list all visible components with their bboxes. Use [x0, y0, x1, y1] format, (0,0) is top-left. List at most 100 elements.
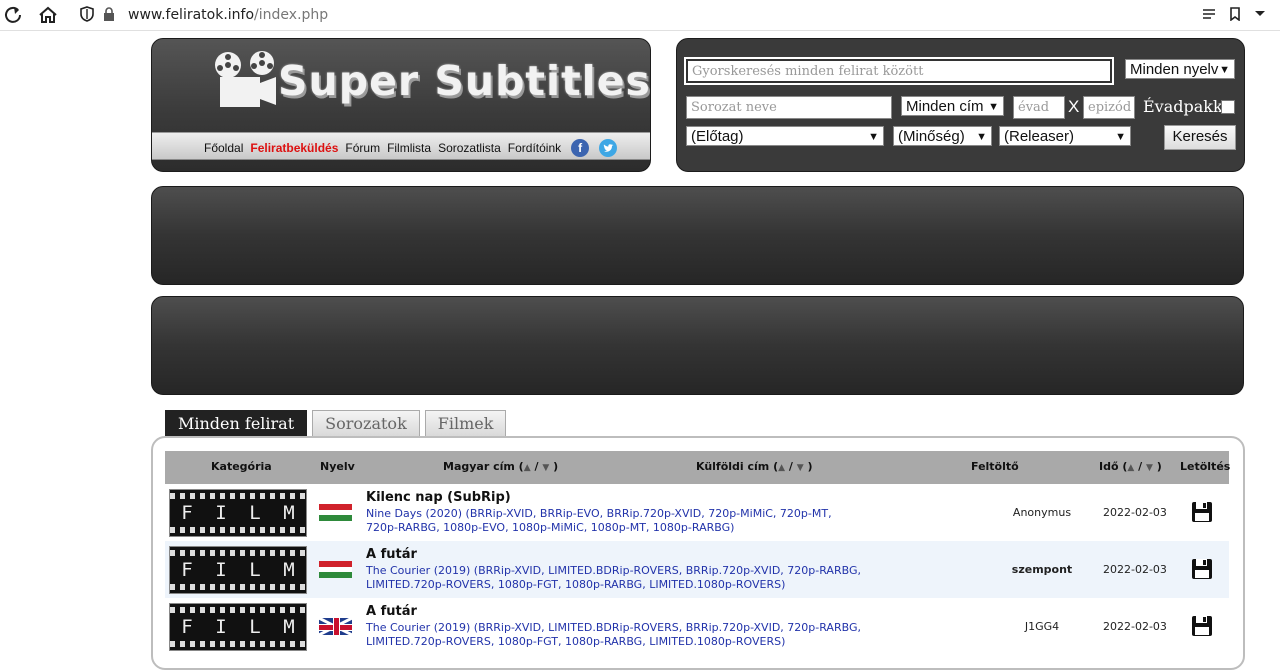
subtitle-release-info[interactable]: The Courier (2019) (BRRip-XVID, LIMITED.… [366, 564, 866, 592]
header-download: Letöltés [1180, 460, 1231, 473]
chevron-down-icon: ▼ [1115, 131, 1126, 143]
download-floppy-icon[interactable] [1191, 501, 1213, 523]
download-floppy-icon[interactable] [1191, 615, 1213, 637]
nav-home-link[interactable]: Főoldal [204, 141, 243, 155]
category-letter: M [283, 502, 295, 524]
subtitle-title[interactable]: A futár [366, 604, 417, 619]
uploader-name[interactable]: szempont [993, 563, 1091, 576]
bookmark-icon[interactable] [1224, 3, 1246, 25]
seasonpack-checkbox[interactable] [1221, 100, 1235, 114]
sort-up-icon[interactable]: ▲ [524, 463, 531, 473]
sort-close: ) [803, 460, 813, 473]
subtitle-release-info[interactable]: Nine Days (2020) (BRRip-XVID, BRRip-EVO,… [366, 507, 866, 535]
category-letter: F [181, 502, 193, 524]
prefix-select[interactable]: (Előtag) ▼ [686, 126, 884, 146]
season-episode-separator: X [1068, 97, 1080, 116]
uploader-name[interactable]: Anonymus [993, 506, 1091, 519]
nav-upload-link[interactable]: Feliratbeküldés [250, 141, 338, 155]
prefix-select-value: (Előtag) [691, 128, 744, 145]
header-category: Kategória [211, 460, 272, 473]
category-film-badge[interactable]: FILM [169, 546, 307, 594]
tab-series[interactable]: Sorozatok [312, 410, 420, 436]
category-label: FILM [170, 502, 306, 524]
film-strip-holes [170, 641, 306, 647]
chevron-down-icon: ▼ [1219, 64, 1230, 76]
reload-icon[interactable] [2, 4, 24, 26]
sort-close: ) [1152, 460, 1162, 473]
header-time-text: Idő ( [1099, 460, 1128, 473]
tab-all-subtitles[interactable]: Minden felirat [165, 410, 308, 436]
subtitle-release-info[interactable]: The Courier (2019) (BRRip-XVID, LIMITED.… [366, 621, 866, 649]
nav-forum-link[interactable]: Fórum [345, 141, 380, 155]
sort-close: ) [549, 460, 559, 473]
subtitle-title[interactable]: Kilenc nap (SubRip) [366, 490, 511, 505]
category-letter: L [249, 616, 261, 638]
english-flag-icon [319, 618, 352, 635]
title-select-value: Minden cím [906, 98, 984, 115]
category-letter: I [215, 616, 227, 638]
table-row[interactable]: FILM A futár The Courier (2019) (BRRip-X… [165, 541, 1229, 598]
download-floppy-icon[interactable] [1191, 558, 1213, 580]
sort-separator: / [1134, 460, 1146, 473]
releaser-select[interactable]: (Releaser) ▼ [999, 126, 1131, 146]
chevron-down-icon: ▼ [988, 101, 999, 113]
filter-tabs: Minden felirat Sorozatok Filmek [165, 410, 507, 436]
film-strip-holes [170, 527, 306, 533]
language-select-value: Minden nyelv [1130, 61, 1219, 78]
title-select[interactable]: Minden cím ▼ [901, 96, 1004, 116]
home-icon[interactable] [37, 4, 59, 26]
nav-serieslist-link[interactable]: Sorozatlista [438, 141, 501, 155]
subtitle-title[interactable]: A futár [366, 547, 417, 562]
uploader-name[interactable]: J1GG4 [993, 620, 1091, 633]
search-button[interactable]: Keresés [1164, 125, 1236, 150]
table-row[interactable]: FILM Kilenc nap (SubRip) Nine Days (2020… [165, 484, 1229, 541]
language-select[interactable]: Minden nyelv ▼ [1125, 59, 1235, 79]
lock-icon[interactable] [98, 3, 120, 25]
header-hungarian-title: Magyar cím (▲ / ▼ ) [443, 460, 558, 473]
facebook-icon[interactable]: f [571, 139, 590, 157]
url-text[interactable]: www.feliratok.info/index.php [128, 7, 328, 23]
header-hungarian-title-text: Magyar cím ( [443, 460, 524, 473]
category-letter: L [249, 502, 261, 524]
header-language: Nyelv [320, 460, 355, 473]
category-letter: I [215, 502, 227, 524]
quick-search-input[interactable]: Gyorskeresés minden felirat között [684, 57, 1114, 85]
seasonpack-label: Évadpakk [1143, 97, 1223, 116]
main-navigation: Főoldal Feliratbeküldés Fórum Filmlista … [152, 132, 650, 160]
film-reel-icon [215, 51, 276, 107]
sort-separator: / [785, 460, 797, 473]
upload-date: 2022-02-03 [1103, 563, 1167, 576]
header-foreign-title-text: Külföldi cím ( [696, 460, 779, 473]
table-row[interactable]: FILM A futár The Courier (2019) (BRRip-X… [165, 598, 1229, 655]
url-path: /index.php [254, 7, 329, 23]
film-strip-holes [170, 584, 306, 590]
ad-banner-top [151, 186, 1244, 285]
releaser-select-value: (Releaser) [1004, 128, 1075, 145]
hungarian-flag-icon [319, 504, 352, 521]
ad-banner-bottom [151, 296, 1244, 395]
upload-date: 2022-02-03 [1103, 620, 1167, 633]
category-film-badge[interactable]: FILM [169, 489, 307, 537]
table-header: Kategória Nyelv Magyar cím (▲ / ▼ ) Külf… [165, 451, 1231, 484]
category-letter: L [249, 559, 261, 581]
url-host: www.feliratok.info [128, 7, 255, 23]
quality-select[interactable]: (Minőség) ▼ [893, 126, 992, 146]
sort-down-icon[interactable]: ▼ [797, 463, 804, 473]
episode-input[interactable]: epizód [1083, 96, 1135, 119]
category-label: FILM [170, 616, 306, 638]
season-input[interactable]: évad [1013, 96, 1065, 119]
nav-movielist-link[interactable]: Filmlista [387, 141, 431, 155]
series-name-input[interactable]: Sorozat neve [686, 96, 892, 119]
nav-translators-link[interactable]: Fordítóink [508, 141, 561, 155]
chevron-down-icon: ▼ [976, 131, 987, 143]
address-bar[interactable]: www.feliratok.info/index.php [72, 2, 1272, 28]
tab-movies[interactable]: Filmek [424, 410, 507, 436]
site-logo-text[interactable]: Super Subtitles [278, 57, 650, 105]
category-film-badge[interactable]: FILM [169, 603, 307, 651]
menu-chevron-icon[interactable] [1249, 3, 1271, 25]
twitter-icon[interactable] [599, 139, 618, 157]
shield-icon[interactable] [76, 3, 98, 25]
film-strip-holes [170, 607, 306, 613]
sort-down-icon[interactable]: ▼ [1146, 463, 1153, 473]
reader-view-icon[interactable] [1198, 3, 1220, 25]
